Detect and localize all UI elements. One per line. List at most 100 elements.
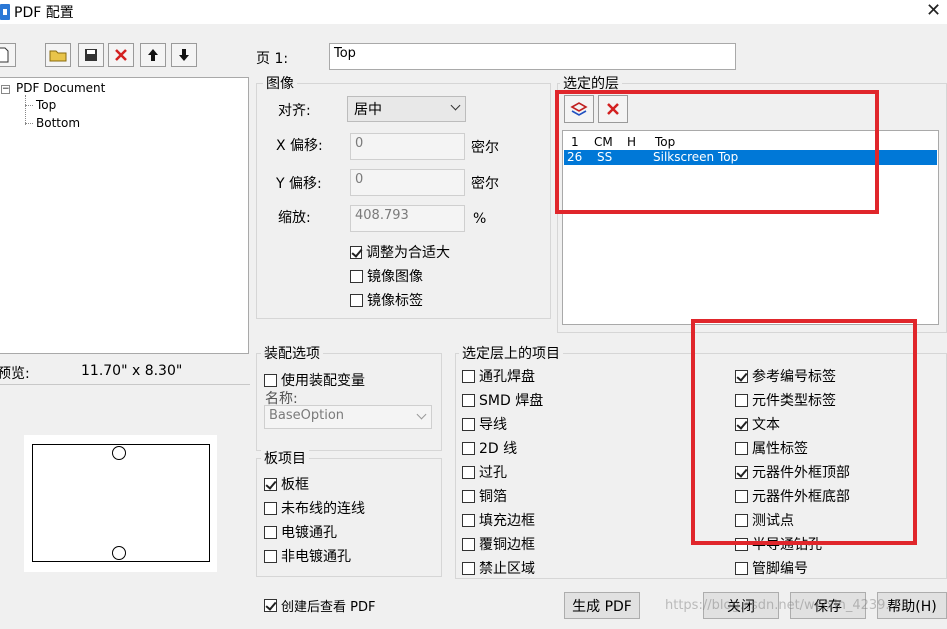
mirror-label-row[interactable]: 镜像标签 [350, 290, 423, 310]
layer-item-label: 导线 [479, 417, 507, 433]
watermark: https://blog.csdn.net/weixin_4239... [665, 598, 898, 613]
layer-item-row[interactable]: 管脚编号 [735, 558, 808, 578]
close-icon[interactable]: ✕ [926, 0, 941, 21]
layer-item-row[interactable]: 通孔焊盘 [462, 366, 535, 386]
layer-item-label: 铜箔 [479, 489, 507, 505]
y-offset-input[interactable]: 0 [350, 169, 465, 196]
delete-icon[interactable] [108, 43, 134, 67]
layer-item-checkbox[interactable] [462, 441, 475, 455]
layer-item-row[interactable]: 过孔 [462, 462, 507, 482]
divider [0, 384, 250, 385]
layer-item-checkbox[interactable] [462, 537, 475, 551]
align-dropdown[interactable]: 居中 [347, 96, 466, 122]
layer-item-row[interactable]: 覆铜边框 [462, 534, 535, 554]
layer-item-checkbox[interactable] [462, 561, 475, 575]
highlight-box-items [691, 319, 917, 545]
board-item-label: 非电镀通孔 [281, 549, 351, 565]
layer-item-row[interactable]: 禁止区域 [462, 558, 535, 578]
chevron-down-icon [416, 409, 427, 420]
preview-label: 预览: [0, 366, 30, 382]
hole-top [112, 446, 126, 460]
x-unit: 密尔 [471, 140, 499, 156]
layer-item-checkbox[interactable] [462, 489, 475, 503]
open-folder-icon[interactable] [45, 43, 71, 67]
arrow-up-icon[interactable] [140, 43, 166, 67]
board-item-label: 电镀通孔 [281, 525, 337, 541]
layer-item-label: SMD 焊盘 [479, 393, 544, 409]
hole-bottom [112, 546, 126, 560]
use-variant-checkbox[interactable] [264, 373, 277, 387]
board-item-row[interactable]: 电镀通孔 [264, 522, 337, 542]
arrow-down-icon[interactable] [171, 43, 197, 67]
preview-size: 11.70" x 8.30" [81, 363, 183, 379]
y-offset-label: Y 偏移: [276, 176, 322, 192]
board-item-checkbox[interactable] [264, 549, 277, 563]
mirror-label-label: 镜像标签 [367, 293, 423, 309]
collapse-icon[interactable]: − [1, 85, 10, 94]
new-icon[interactable] [0, 43, 16, 67]
align-value: 居中 [354, 102, 382, 118]
layer-item-checkbox[interactable] [735, 561, 748, 575]
use-variant-row[interactable]: 使用装配变量 [264, 370, 365, 390]
app-icon [0, 4, 10, 20]
fit-label: 调整为合适大 [366, 245, 450, 261]
scale-unit: % [473, 211, 487, 227]
tree-branch [25, 123, 33, 124]
mirror-image-checkbox[interactable] [350, 269, 363, 283]
save-icon[interactable] [78, 43, 104, 67]
title-bar [0, 0, 947, 24]
variant-name-select[interactable]: BaseOption [264, 405, 432, 429]
layer-item-label: 禁止区域 [479, 561, 535, 577]
view-after-label: 创建后查看 PDF [281, 600, 376, 615]
layer-item-row[interactable]: 2D 线 [462, 438, 517, 458]
board-item-checkbox[interactable] [264, 501, 277, 515]
mirror-label-checkbox[interactable] [350, 293, 363, 307]
layer-item-checkbox[interactable] [462, 369, 475, 383]
scale-input[interactable]: 408.793 [350, 205, 465, 232]
board-item-checkbox[interactable] [264, 525, 277, 539]
board-item-row[interactable]: 非电镀通孔 [264, 546, 351, 566]
layer-item-checkbox[interactable] [462, 417, 475, 431]
y-unit: 密尔 [471, 176, 499, 192]
highlight-box-layers [555, 90, 879, 214]
board-items-title: 板项目 [261, 448, 309, 468]
layer-item-row[interactable]: 填充边框 [462, 510, 535, 530]
fit-checkbox[interactable] [350, 245, 362, 259]
board-item-row[interactable]: 未布线的连线 [264, 498, 365, 518]
page-name-input[interactable]: Top [329, 43, 736, 70]
view-after-row[interactable]: 创建后查看 PDF [264, 596, 375, 615]
layer-item-row[interactable]: 铜箔 [462, 486, 507, 506]
tree-item-bottom[interactable]: Bottom [36, 116, 80, 130]
layer-items-title: 选定层上的项目 [459, 343, 563, 363]
board-item-label: 未布线的连线 [281, 501, 365, 517]
page-label: 页 1: [256, 51, 289, 67]
tree-branch [25, 105, 33, 106]
scale-label: 缩放: [278, 210, 311, 226]
board-item-label: 板框 [281, 477, 309, 493]
tree-root[interactable]: PDF Document [16, 81, 105, 95]
preview-canvas [24, 435, 217, 572]
x-offset-input[interactable]: 0 [350, 133, 465, 160]
board-item-checkbox[interactable] [264, 477, 277, 491]
window-title: PDF 配置 [14, 5, 74, 21]
layer-item-label: 填充边框 [479, 513, 535, 529]
image-group-title: 图像 [263, 73, 297, 93]
layer-item-checkbox[interactable] [462, 513, 475, 527]
mirror-image-row[interactable]: 镜像图像 [350, 266, 423, 286]
board-outline [32, 444, 210, 562]
generate-pdf-button[interactable]: 生成 PDF [564, 592, 640, 619]
page-tree[interactable]: − PDF Document Top Bottom [0, 77, 249, 354]
layer-item-row[interactable]: 导线 [462, 414, 507, 434]
layer-item-checkbox[interactable] [462, 393, 475, 407]
layer-item-label: 覆铜边框 [479, 537, 535, 553]
tree-item-top[interactable]: Top [36, 98, 56, 112]
layer-item-row[interactable]: SMD 焊盘 [462, 390, 543, 410]
layer-item-checkbox[interactable] [462, 465, 475, 479]
fit-checkbox-row[interactable]: 调整为合适大 [350, 242, 450, 262]
variant-name-value: BaseOption [269, 408, 345, 423]
tree-line [25, 95, 27, 125]
board-item-row[interactable]: 板框 [264, 474, 309, 494]
view-after-checkbox[interactable] [264, 599, 277, 612]
layer-item-label: 过孔 [479, 465, 507, 481]
align-label: 对齐: [278, 103, 311, 119]
